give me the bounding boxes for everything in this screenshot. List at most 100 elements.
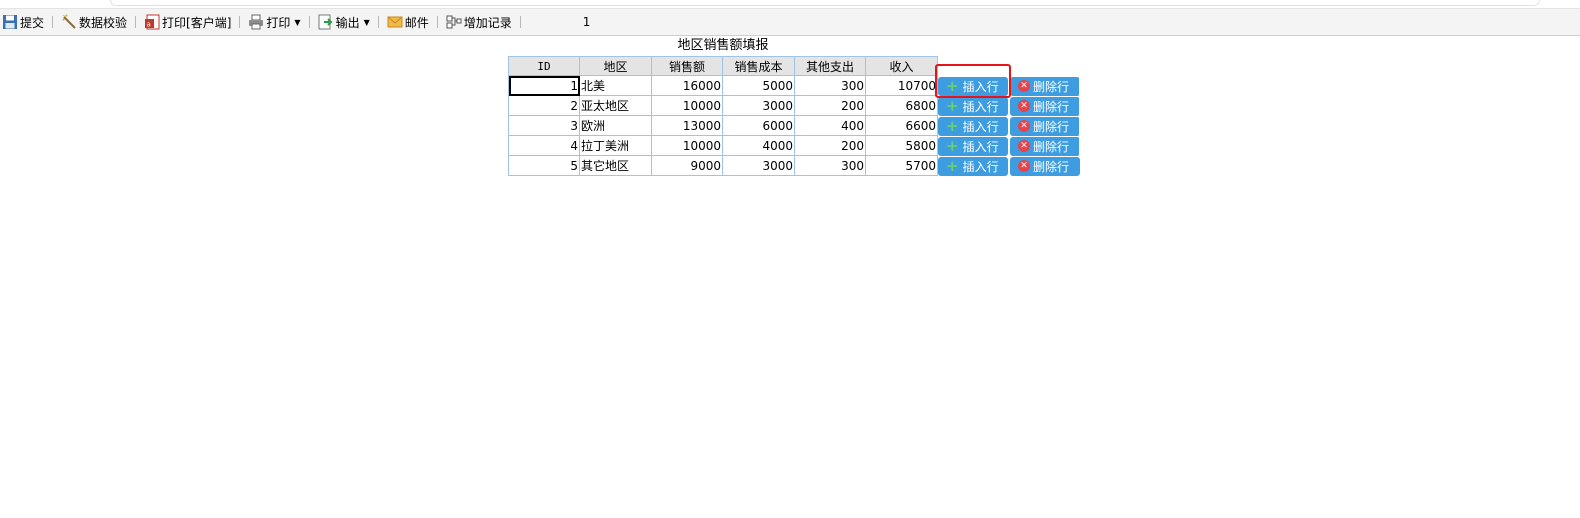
cell-other[interactable]: 400: [794, 115, 866, 136]
table-row: 5 其它地区 9000 3000 300 5700 + 插入行 ✕ 删除行: [508, 155, 1080, 176]
wand-icon: [61, 14, 77, 30]
insert-row-button[interactable]: + 插入行: [938, 156, 1008, 176]
cell-sales[interactable]: 13000: [651, 115, 723, 136]
toolbar-divider: [52, 16, 54, 28]
print-client-label: 打印[客户端]: [162, 15, 232, 30]
tab-edge: [110, 0, 1540, 6]
cell-region[interactable]: 其它地区: [579, 155, 652, 176]
column-header-id: ID: [508, 56, 580, 76]
cell-id[interactable]: 2: [508, 95, 580, 116]
cell-region[interactable]: 拉丁美洲: [579, 135, 652, 156]
chevron-down-icon: ▼: [363, 17, 370, 27]
cell-region[interactable]: 北美: [579, 75, 652, 96]
cell-income[interactable]: 10700: [865, 75, 938, 96]
validate-button[interactable]: 数据校验: [59, 11, 129, 33]
insert-row-label: 插入行: [962, 79, 999, 94]
cell-sales[interactable]: 10000: [651, 95, 723, 116]
action-header-spacer: [937, 56, 1080, 76]
cell-id[interactable]: 4: [508, 135, 580, 156]
submit-button[interactable]: 提交: [0, 11, 46, 33]
toolbar-divider: [377, 16, 379, 28]
insert-row-button[interactable]: + 插入行: [938, 96, 1008, 116]
toolbar-divider: [135, 16, 137, 28]
cell-cost[interactable]: 3000: [722, 95, 795, 116]
delete-row-button[interactable]: ✕ 删除行: [1010, 76, 1080, 96]
cell-other[interactable]: 300: [794, 75, 866, 96]
print-label: 打印: [266, 15, 291, 30]
delete-row-button[interactable]: ✕ 删除行: [1010, 96, 1080, 116]
row-actions: + 插入行 ✕ 删除行: [938, 76, 1080, 96]
delete-row-label: 删除行: [1033, 79, 1070, 94]
insert-row-label: 插入行: [962, 139, 999, 154]
table-row: 3 欧洲 13000 6000 400 6600 + 插入行 ✕ 删除行: [508, 115, 1080, 136]
mail-icon: [387, 14, 403, 30]
toolbar-divider: [519, 16, 521, 28]
plus-icon: +: [946, 116, 959, 135]
cell-income[interactable]: 5700: [865, 155, 938, 176]
cell-other[interactable]: 200: [794, 135, 866, 156]
mail-button[interactable]: 邮件: [385, 11, 431, 33]
export-icon: [318, 14, 334, 30]
delete-row-label: 删除行: [1033, 139, 1070, 154]
validate-label: 数据校验: [79, 15, 128, 30]
cell-cost[interactable]: 6000: [722, 115, 795, 136]
delete-row-button[interactable]: ✕ 删除行: [1010, 156, 1080, 176]
insert-row-button[interactable]: + 插入行: [938, 116, 1008, 136]
delete-row-button[interactable]: ✕ 删除行: [1010, 136, 1080, 156]
plus-icon: +: [946, 136, 959, 155]
cell-sales[interactable]: 16000: [651, 75, 723, 96]
cell-region[interactable]: 欧洲: [579, 115, 652, 136]
page-number: 1: [582, 15, 591, 29]
report-title: 地区销售额填报: [677, 38, 769, 53]
cell-id[interactable]: 5: [508, 155, 580, 176]
cell-income[interactable]: 6600: [865, 115, 938, 136]
cell-id[interactable]: 1: [508, 75, 580, 96]
cell-sales[interactable]: 9000: [651, 155, 723, 176]
insert-row-label: 插入行: [962, 159, 999, 174]
delete-row-label: 删除行: [1033, 159, 1070, 174]
cell-region[interactable]: 亚太地区: [579, 95, 652, 116]
pdf-icon: a: [144, 14, 160, 30]
row-actions: + 插入行 ✕ 删除行: [938, 96, 1080, 116]
delete-row-button[interactable]: ✕ 删除行: [1010, 116, 1080, 136]
add-record-icon: [446, 14, 462, 30]
add-record-label: 增加记录: [463, 15, 512, 30]
insert-row-button[interactable]: + 插入行: [938, 136, 1008, 156]
print-client-button[interactable]: a 打印[客户端]: [142, 11, 233, 33]
print-button[interactable]: 打印 ▼: [246, 11, 302, 33]
cell-other[interactable]: 300: [794, 155, 866, 176]
cell-cost[interactable]: 3000: [722, 155, 795, 176]
toolbar-divider: [239, 16, 241, 28]
column-header-region: 地区: [579, 56, 652, 76]
svg-text:a: a: [147, 21, 151, 29]
table-row: 4 拉丁美洲 10000 4000 200 5800 + 插入行 ✕ 删除行: [508, 135, 1080, 156]
row-actions: + 插入行 ✕ 删除行: [938, 136, 1080, 156]
export-button[interactable]: 输出 ▼: [316, 11, 372, 33]
add-record-button[interactable]: 增加记录: [444, 11, 514, 33]
cell-other[interactable]: 200: [794, 95, 866, 116]
insert-row-label: 插入行: [962, 119, 999, 134]
top-frame: [0, 0, 1580, 6]
cell-cost[interactable]: 5000: [722, 75, 795, 96]
plus-icon: +: [946, 76, 959, 95]
cell-cost[interactable]: 4000: [722, 135, 795, 156]
row-actions: + 插入行 ✕ 删除行: [938, 156, 1080, 176]
plus-icon: +: [946, 156, 959, 175]
cell-income[interactable]: 6800: [865, 95, 938, 116]
close-icon: ✕: [1018, 120, 1030, 132]
header-row: ID 地区 销售额 销售成本 其他支出 收入: [508, 56, 1080, 76]
insert-row-label: 插入行: [962, 99, 999, 114]
toolbar-divider: [308, 16, 310, 28]
close-icon: ✕: [1018, 100, 1030, 112]
column-header-sales: 销售额: [651, 56, 723, 76]
cell-id[interactable]: 3: [508, 115, 580, 136]
chevron-down-icon: ▼: [294, 17, 301, 27]
insert-row-button[interactable]: + 插入行: [938, 76, 1008, 96]
delete-row-label: 删除行: [1033, 119, 1070, 134]
cell-sales[interactable]: 10000: [651, 135, 723, 156]
submit-label: 提交: [20, 15, 45, 30]
delete-row-label: 删除行: [1033, 99, 1070, 114]
save-icon: [2, 14, 18, 30]
cell-income[interactable]: 5800: [865, 135, 938, 156]
table-row: 1 北美 16000 5000 300 10700 + 插入行 ✕ 删除行: [508, 75, 1080, 96]
